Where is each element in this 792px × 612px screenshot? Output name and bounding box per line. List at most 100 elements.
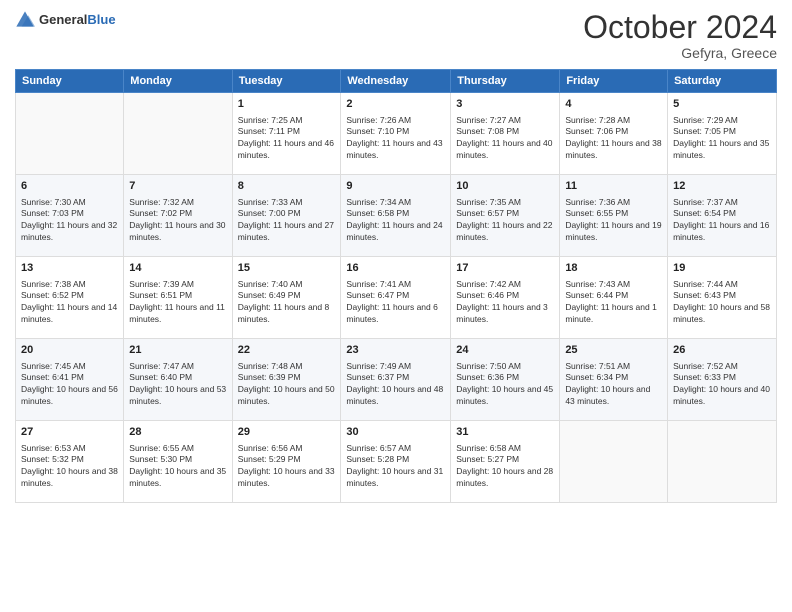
sunset-text: Sunset: 7:02 PM: [129, 208, 226, 220]
day-number: 9: [346, 179, 445, 194]
day-number: 8: [238, 179, 336, 194]
sunrise-text: Sunrise: 7:34 AM: [346, 197, 445, 209]
cell-content: 15Sunrise: 7:40 AMSunset: 6:49 PMDayligh…: [238, 261, 336, 326]
day-number: 22: [238, 343, 336, 358]
daylight-text: Daylight: 10 hours and 56 minutes.: [21, 384, 118, 408]
sunrise-text: Sunrise: 7:28 AM: [565, 115, 662, 127]
daylight-text: Daylight: 10 hours and 35 minutes.: [129, 466, 226, 490]
calendar-header-row: SundayMondayTuesdayWednesdayThursdayFrid…: [16, 70, 777, 93]
sunset-text: Sunset: 5:30 PM: [129, 454, 226, 466]
calendar-cell: 13Sunrise: 7:38 AMSunset: 6:52 PMDayligh…: [16, 257, 124, 339]
calendar-cell: [124, 93, 232, 175]
cell-content: 8Sunrise: 7:33 AMSunset: 7:00 PMDaylight…: [238, 179, 336, 244]
sunset-text: Sunset: 6:43 PM: [673, 290, 771, 302]
cell-content: 6Sunrise: 7:30 AMSunset: 7:03 PMDaylight…: [21, 179, 118, 244]
daylight-text: Daylight: 10 hours and 50 minutes.: [238, 384, 336, 408]
calendar-week-row: 13Sunrise: 7:38 AMSunset: 6:52 PMDayligh…: [16, 257, 777, 339]
month-title: October 2024: [583, 10, 777, 45]
calendar-cell: 24Sunrise: 7:50 AMSunset: 6:36 PMDayligh…: [451, 339, 560, 421]
sunrise-text: Sunrise: 6:58 AM: [456, 443, 554, 455]
cell-content: 19Sunrise: 7:44 AMSunset: 6:43 PMDayligh…: [673, 261, 771, 326]
calendar-cell: 10Sunrise: 7:35 AMSunset: 6:57 PMDayligh…: [451, 175, 560, 257]
sunrise-text: Sunrise: 7:45 AM: [21, 361, 118, 373]
sunset-text: Sunset: 5:32 PM: [21, 454, 118, 466]
calendar-cell: 15Sunrise: 7:40 AMSunset: 6:49 PMDayligh…: [232, 257, 341, 339]
cell-content: 16Sunrise: 7:41 AMSunset: 6:47 PMDayligh…: [346, 261, 445, 326]
daylight-text: Daylight: 11 hours and 46 minutes.: [238, 138, 336, 162]
cell-content: 30Sunrise: 6:57 AMSunset: 5:28 PMDayligh…: [346, 425, 445, 490]
sunrise-text: Sunrise: 6:55 AM: [129, 443, 226, 455]
day-number: 6: [21, 179, 118, 194]
sunrise-text: Sunrise: 7:49 AM: [346, 361, 445, 373]
daylight-text: Daylight: 11 hours and 43 minutes.: [346, 138, 445, 162]
title-section: October 2024 Gefyra, Greece: [583, 10, 777, 61]
sunrise-text: Sunrise: 7:37 AM: [673, 197, 771, 209]
cell-content: 14Sunrise: 7:39 AMSunset: 6:51 PMDayligh…: [129, 261, 226, 326]
calendar-table: SundayMondayTuesdayWednesdayThursdayFrid…: [15, 69, 777, 503]
day-number: 28: [129, 425, 226, 440]
calendar-cell: 26Sunrise: 7:52 AMSunset: 6:33 PMDayligh…: [668, 339, 777, 421]
cell-content: 10Sunrise: 7:35 AMSunset: 6:57 PMDayligh…: [456, 179, 554, 244]
sunset-text: Sunset: 7:11 PM: [238, 126, 336, 138]
sunrise-text: Sunrise: 7:48 AM: [238, 361, 336, 373]
day-number: 24: [456, 343, 554, 358]
cell-content: 20Sunrise: 7:45 AMSunset: 6:41 PMDayligh…: [21, 343, 118, 408]
sunset-text: Sunset: 6:40 PM: [129, 372, 226, 384]
daylight-text: Daylight: 10 hours and 31 minutes.: [346, 466, 445, 490]
sunrise-text: Sunrise: 7:36 AM: [565, 197, 662, 209]
daylight-text: Daylight: 11 hours and 19 minutes.: [565, 220, 662, 244]
calendar-week-row: 20Sunrise: 7:45 AMSunset: 6:41 PMDayligh…: [16, 339, 777, 421]
sunset-text: Sunset: 6:46 PM: [456, 290, 554, 302]
cell-content: 23Sunrise: 7:49 AMSunset: 6:37 PMDayligh…: [346, 343, 445, 408]
cell-content: 24Sunrise: 7:50 AMSunset: 6:36 PMDayligh…: [456, 343, 554, 408]
cell-content: 21Sunrise: 7:47 AMSunset: 6:40 PMDayligh…: [129, 343, 226, 408]
sunrise-text: Sunrise: 7:35 AM: [456, 197, 554, 209]
cell-content: 13Sunrise: 7:38 AMSunset: 6:52 PMDayligh…: [21, 261, 118, 326]
sunset-text: Sunset: 6:36 PM: [456, 372, 554, 384]
day-number: 14: [129, 261, 226, 276]
daylight-text: Daylight: 10 hours and 53 minutes.: [129, 384, 226, 408]
cell-content: 11Sunrise: 7:36 AMSunset: 6:55 PMDayligh…: [565, 179, 662, 244]
daylight-text: Daylight: 10 hours and 40 minutes.: [673, 384, 771, 408]
daylight-text: Daylight: 10 hours and 43 minutes.: [565, 384, 662, 408]
cell-content: 28 Sunrise: 6:55 AMSunset: 5:30 PMDayligh…: [129, 425, 226, 490]
sunset-text: Sunset: 6:37 PM: [346, 372, 445, 384]
daylight-text: Daylight: 11 hours and 32 minutes.: [21, 220, 118, 244]
calendar-cell: [16, 93, 124, 175]
daylight-text: Daylight: 10 hours and 48 minutes.: [346, 384, 445, 408]
daylight-text: Daylight: 11 hours and 14 minutes.: [21, 302, 118, 326]
daylight-text: Daylight: 11 hours and 8 minutes.: [238, 302, 336, 326]
calendar-cell: 23Sunrise: 7:49 AMSunset: 6:37 PMDayligh…: [341, 339, 451, 421]
cell-content: 22Sunrise: 7:48 AMSunset: 6:39 PMDayligh…: [238, 343, 336, 408]
daylight-text: Daylight: 11 hours and 1 minute.: [565, 302, 662, 326]
calendar-cell: 28 Sunrise: 6:55 AMSunset: 5:30 PMDayligh…: [124, 421, 232, 503]
sunset-text: Sunset: 6:58 PM: [346, 208, 445, 220]
sunrise-text: Sunrise: 7:41 AM: [346, 279, 445, 291]
day-number: 17: [456, 261, 554, 276]
calendar-cell: 27Sunrise: 6:53 AMSunset: 5:32 PMDayligh…: [16, 421, 124, 503]
day-number: 1: [238, 97, 336, 112]
day-number: 26: [673, 343, 771, 358]
sunset-text: Sunset: 6:54 PM: [673, 208, 771, 220]
day-number: 13: [21, 261, 118, 276]
calendar-cell: [668, 421, 777, 503]
sunset-text: Sunset: 6:57 PM: [456, 208, 554, 220]
sunrise-text: Sunrise: 7:47 AM: [129, 361, 226, 373]
day-number: 20: [21, 343, 118, 358]
calendar-cell: 6Sunrise: 7:30 AMSunset: 7:03 PMDaylight…: [16, 175, 124, 257]
daylight-text: Daylight: 11 hours and 3 minutes.: [456, 302, 554, 326]
calendar-cell: 14Sunrise: 7:39 AMSunset: 6:51 PMDayligh…: [124, 257, 232, 339]
day-header-thursday: Thursday: [451, 70, 560, 93]
calendar-cell: 25Sunrise: 7:51 AMSunset: 6:34 PMDayligh…: [560, 339, 668, 421]
cell-content: 27Sunrise: 6:53 AMSunset: 5:32 PMDayligh…: [21, 425, 118, 490]
calendar-cell: 1Sunrise: 7:25 AMSunset: 7:11 PMDaylight…: [232, 93, 341, 175]
day-header-tuesday: Tuesday: [232, 70, 341, 93]
sunrise-text: Sunrise: 7:33 AM: [238, 197, 336, 209]
cell-content: 4Sunrise: 7:28 AMSunset: 7:06 PMDaylight…: [565, 97, 662, 162]
logo-blue: Blue: [87, 12, 115, 27]
day-number: 16: [346, 261, 445, 276]
sunrise-text: Sunrise: 7:51 AM: [565, 361, 662, 373]
sunset-text: Sunset: 5:28 PM: [346, 454, 445, 466]
calendar-cell: 4Sunrise: 7:28 AMSunset: 7:06 PMDaylight…: [560, 93, 668, 175]
calendar-week-row: 27Sunrise: 6:53 AMSunset: 5:32 PMDayligh…: [16, 421, 777, 503]
